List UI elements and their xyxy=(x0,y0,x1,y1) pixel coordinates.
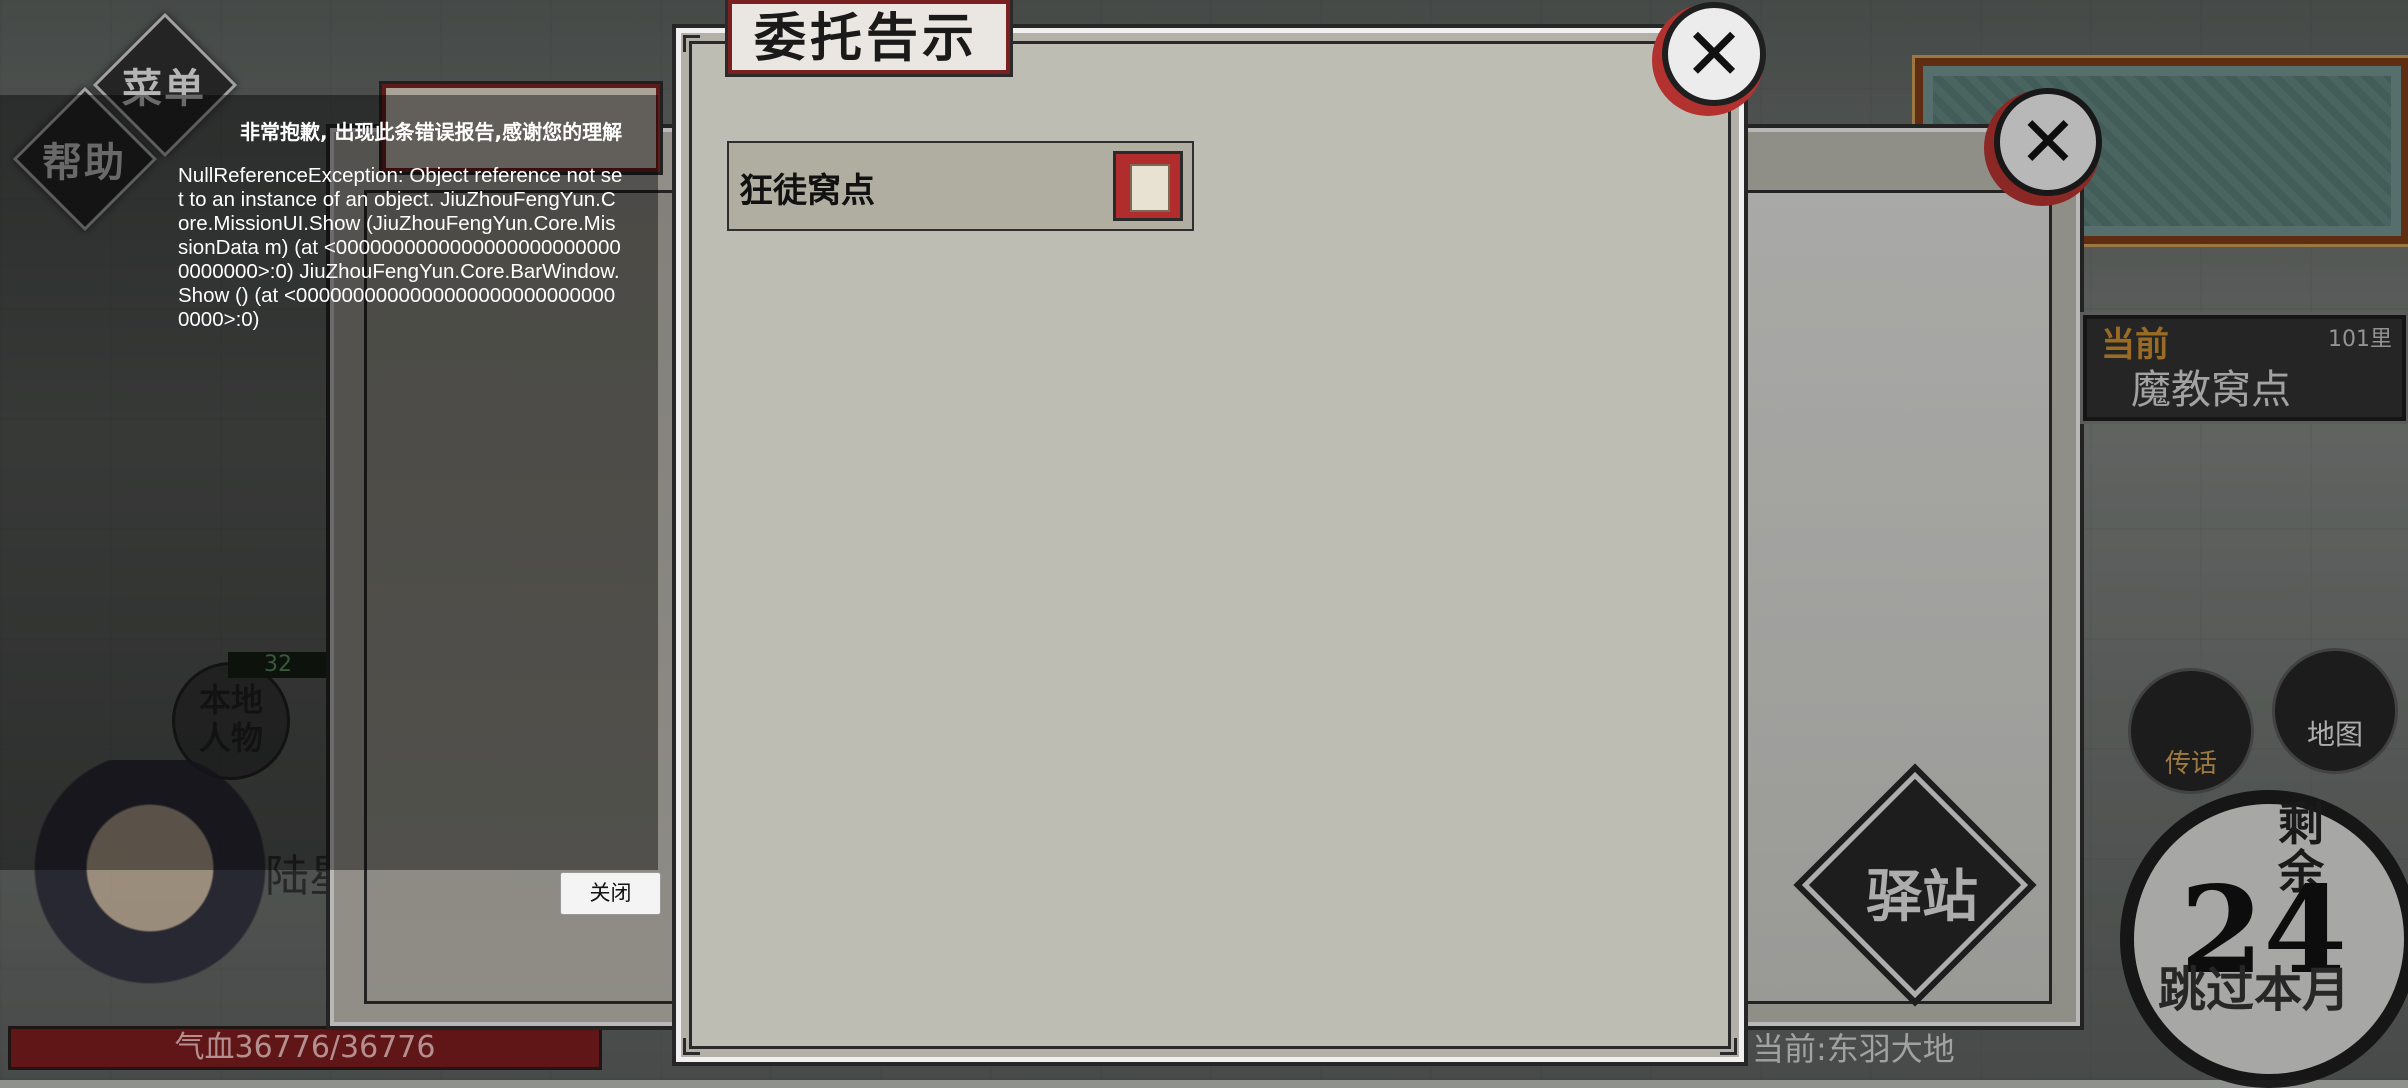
frame-corner xyxy=(683,1038,700,1055)
close-icon: ✕ xyxy=(1683,12,1745,96)
dialog-close-button[interactable]: ✕ xyxy=(1662,2,1766,106)
error-close-button[interactable]: 关闭 xyxy=(560,872,661,915)
frame-corner xyxy=(1720,1038,1737,1055)
error-report-title: 非常抱歉, 出现此条错误报告,感谢您的理解 xyxy=(240,120,623,144)
frame-corner xyxy=(683,35,700,52)
mission-item[interactable]: 狂徒窝点 xyxy=(727,141,1194,231)
dialog-title: 委托告示 xyxy=(754,8,979,69)
mission-label: 狂徒窝点 xyxy=(739,171,875,211)
error-report-message: NullReferenceException: Object reference… xyxy=(178,164,623,331)
scroll-icon[interactable] xyxy=(1113,151,1183,221)
scroll-paper xyxy=(1130,164,1170,212)
